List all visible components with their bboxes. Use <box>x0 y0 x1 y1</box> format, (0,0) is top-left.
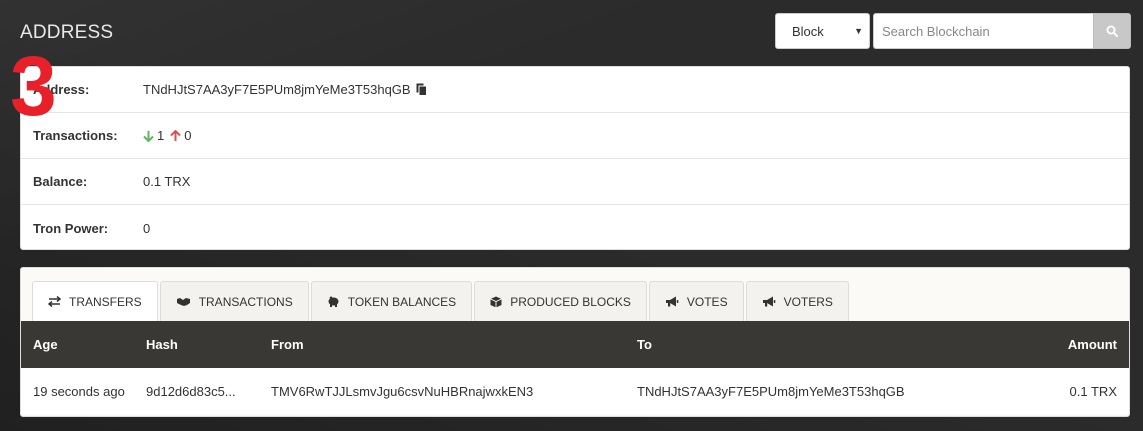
transactions-row: Transactions: 1 0 <box>21 113 1129 159</box>
search-input[interactable] <box>873 13 1093 49</box>
arrow-up-icon <box>170 129 181 142</box>
caret-down-icon: ▼ <box>854 26 863 36</box>
transfer-age: 19 seconds ago <box>33 383 125 399</box>
tab-token-balances[interactable]: TOKEN BALANCES <box>310 281 473 321</box>
tron-power-label: Tron Power: <box>33 220 109 236</box>
bullhorn-icon <box>665 296 679 307</box>
transfer-to-link[interactable]: TNdHJtS7AA3yF7E5PUm8jmYeMe3T53hqGB <box>637 384 1017 399</box>
tab-voters[interactable]: VOTERS <box>745 281 849 321</box>
copy-icon[interactable] <box>416 83 427 96</box>
cube-icon <box>490 296 502 307</box>
piggy-bank-icon <box>328 296 339 307</box>
tab-transactions[interactable]: TRANSACTIONS <box>159 281 309 321</box>
address-value[interactable]: TNdHJtS7AA3yF7E5PUm8jmYeMe3T53hqGB <box>143 82 411 97</box>
tab-label: VOTERS <box>783 294 833 309</box>
transfer-hash-link[interactable]: 9d12d6d83c5... <box>146 384 271 399</box>
tab-label: TRANSACTIONS <box>198 294 293 309</box>
address-value-wrap: TNdHJtS7AA3yF7E5PUm8jmYeMe3T53hqGB <box>143 82 427 97</box>
column-header-to[interactable]: To <box>637 337 1017 352</box>
balance-row: Balance: 0.1 TRX <box>21 159 1129 205</box>
search-bar: Block ▼ <box>775 13 1131 49</box>
search-icon <box>1106 25 1118 37</box>
exchange-icon <box>48 296 61 307</box>
column-header-hash[interactable]: Hash <box>146 337 271 352</box>
tab-label: PRODUCED BLOCKS <box>510 294 631 309</box>
tx-in-count: 1 <box>157 128 165 143</box>
search-button[interactable] <box>1093 13 1131 49</box>
search-type-value: Block <box>792 23 824 39</box>
transfers-table-header: Age Hash From To Amount <box>21 321 1129 368</box>
column-header-amount[interactable]: Amount <box>1017 337 1129 352</box>
transactions-value: 1 0 <box>143 128 191 143</box>
tron-power-row: Tron Power: 0 <box>21 205 1129 251</box>
transfer-amount: 0.1 TRX <box>1069 383 1117 399</box>
tab-votes[interactable]: VOTES <box>648 281 744 321</box>
search-type-select[interactable]: Block ▼ <box>775 13 870 49</box>
tx-out-count: 0 <box>184 128 192 143</box>
address-row: Address: TNdHJtS7AA3yF7E5PUm8jmYeMe3T53h… <box>21 67 1129 113</box>
balance-value: 0.1 TRX <box>143 174 191 189</box>
table-row: 19 seconds ago 9d12d6d83c5... TMV6RwTJJL… <box>21 368 1129 414</box>
transfer-from-link[interactable]: TMV6RwTJJLsmvJgu6csvNuHBRnajwxkEN3 <box>271 384 637 399</box>
column-header-from[interactable]: From <box>271 337 637 352</box>
step-number-overlay: 3 <box>10 39 57 133</box>
arrow-down-icon <box>143 130 154 142</box>
column-header-age[interactable]: Age <box>21 337 146 352</box>
balance-label: Balance: <box>33 174 88 189</box>
tab-label: TRANSFERS <box>69 294 142 309</box>
address-tabs-card: TRANSFERS TRANSACTIONS TOKEN BALANCES PR… <box>20 267 1130 417</box>
tab-transfers[interactable]: TRANSFERS <box>32 281 158 321</box>
bullhorn-icon <box>762 296 775 307</box>
tab-label: TOKEN BALANCES <box>347 294 457 309</box>
tron-power-value: 0 <box>143 220 151 236</box>
handshake-icon <box>176 298 190 306</box>
tab-label: VOTES <box>686 294 728 309</box>
address-info-card: Address: TNdHJtS7AA3yF7E5PUm8jmYeMe3T53h… <box>20 66 1130 250</box>
tab-bar: TRANSFERS TRANSACTIONS TOKEN BALANCES PR… <box>21 268 1129 321</box>
tab-produced-blocks[interactable]: PRODUCED BLOCKS <box>474 281 647 321</box>
